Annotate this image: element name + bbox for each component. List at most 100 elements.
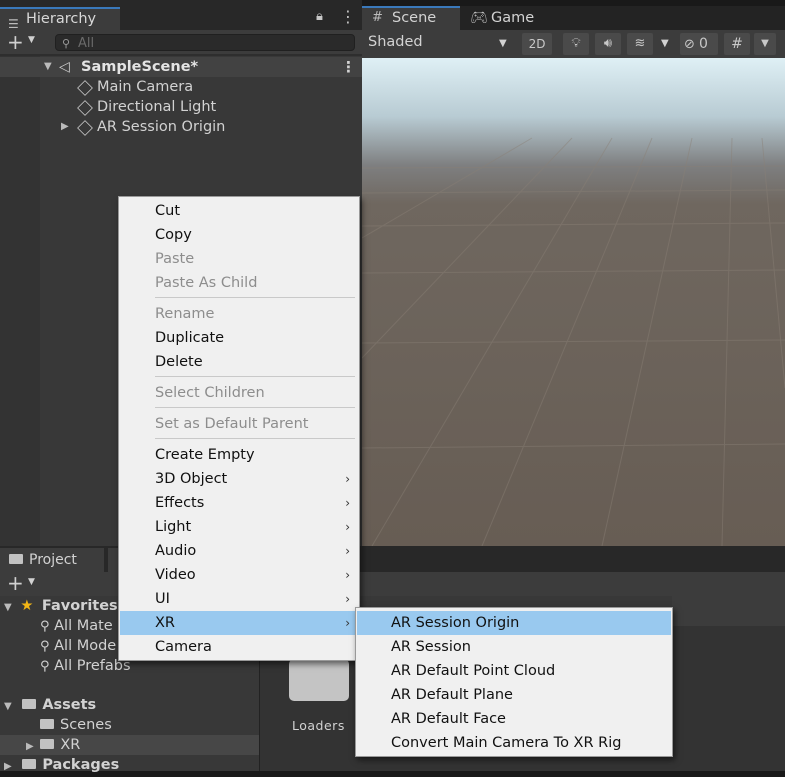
folder-item[interactable]: ▶ XR (0, 735, 259, 755)
menu-separator (155, 407, 355, 408)
chevron-right-icon: › (345, 544, 350, 558)
scene-row[interactable]: ▼ ◁ SampleScene* ⋮ (0, 57, 362, 77)
menu-separator (155, 376, 355, 377)
gizmos-dropdown-icon[interactable]: ▼ (754, 33, 776, 55)
chevron-right-icon: › (345, 472, 350, 486)
more-options-icon[interactable]: ⋮ (340, 7, 356, 26)
tab-project[interactable]: Project (0, 548, 104, 572)
expand-right-icon[interactable]: ▶ (61, 117, 69, 137)
scene-tab-label: Scene (392, 10, 437, 26)
menu-item-effects[interactable]: Effects › (120, 491, 358, 515)
expand-down-icon: ▼ (4, 602, 12, 613)
menu-separator (155, 297, 355, 298)
menu-item-ui[interactable]: UI › (120, 587, 358, 611)
shading-mode-select[interactable]: Shaded (368, 34, 423, 50)
folder-item[interactable]: Scenes (40, 715, 112, 735)
chevron-down-icon[interactable]: ▼ (28, 577, 35, 587)
search-placeholder: All (78, 36, 95, 51)
shading-dropdown-icon[interactable]: ▼ (499, 38, 507, 49)
menu-item-cut[interactable]: Cut (120, 199, 358, 223)
menu-label: UI (155, 591, 170, 607)
favorite-label: All Mate (54, 618, 113, 634)
menu-item-create-empty[interactable]: Create Empty (120, 443, 358, 467)
menu-label: 3D Object (155, 471, 228, 487)
hierarchy-item[interactable]: Main Camera (0, 77, 362, 97)
menu-item-camera[interactable]: Camera (120, 635, 358, 659)
menu-item-video[interactable]: Video › (120, 563, 358, 587)
menu-item-audio[interactable]: Audio › (120, 539, 358, 563)
audio-icon[interactable]: 🔊︎ (595, 33, 621, 55)
asset-thumbnail[interactable] (289, 659, 349, 701)
scene-viewport[interactable] (362, 58, 785, 546)
asset-label[interactable]: Loaders (292, 718, 345, 733)
packages-header[interactable]: ▶ Packages (4, 755, 119, 775)
folder-label: XR (60, 737, 81, 753)
favorites-label: Favorites (41, 598, 118, 614)
submenu-item-ar-default-face[interactable]: AR Default Face (357, 707, 671, 731)
hierarchy-tab-label: Hierarchy (26, 11, 97, 27)
search-input[interactable]: ⚲ All (55, 34, 355, 51)
menu-item-paste: Paste (155, 251, 195, 267)
submenu-item-ar-default-point-cloud[interactable]: AR Default Point Cloud (357, 659, 671, 683)
game-tab-label: Game (491, 10, 535, 26)
search-icon: ⚲ (62, 37, 71, 50)
gamepad-icon: 🎮︎ (470, 10, 488, 26)
grid-icon: # (372, 10, 383, 25)
favorite-item[interactable]: ⚲ All Mate (40, 616, 113, 636)
gameobject-cube-icon (77, 120, 98, 140)
menu-item-light[interactable]: Light › (120, 515, 358, 539)
effects-dropdown-icon[interactable]: ▼ (661, 38, 669, 49)
tab-game[interactable]: 🎮︎ Game (462, 6, 552, 30)
eye-slash-icon: ⊘ (684, 37, 695, 52)
scene-options-icon[interactable]: ⋮ (341, 57, 356, 77)
hierarchy-item-label: Main Camera (97, 79, 194, 95)
folder-open-icon (22, 699, 37, 709)
menu-label: Effects (155, 495, 205, 511)
hierarchy-item-label: Directional Light (97, 99, 217, 115)
menu-item-duplicate[interactable]: Duplicate (120, 326, 358, 350)
menu-label: Audio (155, 543, 197, 559)
xr-submenu: AR Session Origin AR Session AR Default … (355, 607, 673, 757)
visibility-toggle[interactable]: ⊘ 0 (680, 33, 718, 55)
effects-icon[interactable]: ≋ (627, 33, 653, 55)
submenu-item-ar-default-plane[interactable]: AR Default Plane (357, 683, 671, 707)
menu-item-delete[interactable]: Delete (120, 350, 358, 374)
submenu-item-ar-session[interactable]: AR Session (357, 635, 671, 659)
project-tab-label: Project (29, 552, 77, 568)
menu-item-copy[interactable]: Copy (120, 223, 358, 247)
lock-icon[interactable]: 🔒︎ (316, 9, 323, 24)
submenu-item-ar-session-origin[interactable]: AR Session Origin (357, 611, 671, 635)
hierarchy-tabbar: ☰ Hierarchy 🔒︎ ⋮ (0, 0, 362, 31)
tab-hierarchy[interactable]: ☰ Hierarchy (0, 7, 120, 31)
gizmo-grid-icon[interactable]: # (724, 33, 750, 55)
hidden-count: 0 (699, 36, 708, 52)
favorite-item[interactable]: ⚲ All Mode (40, 636, 116, 656)
star-icon: ★ (20, 598, 34, 614)
menu-item-xr[interactable]: XR › (120, 611, 358, 635)
expand-right-icon: ▶ (4, 761, 12, 772)
hierarchy-toolbar: + ▼ ⚲ All (0, 30, 362, 54)
favorite-item[interactable]: ⚲ All Prefabs (40, 656, 131, 676)
ground-grid (362, 137, 785, 546)
tab-scene[interactable]: # Scene (362, 6, 460, 30)
favorites-header[interactable]: ▼ ★ Favorites (4, 596, 118, 616)
toggle-2d-button[interactable]: 2D (522, 33, 552, 55)
assets-header[interactable]: ▼ Assets (4, 695, 96, 715)
chevron-right-icon: › (345, 616, 350, 630)
breadcrumb-bar (672, 596, 785, 626)
menu-item-3d-object[interactable]: 3D Object › (120, 467, 358, 491)
hierarchy-item[interactable]: Directional Light (0, 97, 362, 117)
add-button[interactable]: + (7, 30, 24, 54)
hierarchy-item-label: AR Session Origin (97, 119, 226, 135)
chevron-right-icon: › (345, 592, 350, 606)
create-add-button[interactable]: + (7, 571, 24, 595)
expand-down-icon[interactable]: ▼ (44, 57, 52, 77)
search-icon: ⚲ (40, 619, 50, 634)
submenu-item-convert-camera-xr-rig[interactable]: Convert Main Camera To XR Rig (357, 731, 671, 755)
folder-icon (40, 719, 54, 729)
folder-icon (22, 759, 37, 769)
project-toolbar-right (360, 572, 785, 596)
lighting-icon[interactable]: 💡︎ (563, 33, 589, 55)
chevron-down-icon[interactable]: ▼ (28, 35, 35, 45)
hierarchy-item[interactable]: ▶ AR Session Origin (0, 117, 362, 137)
